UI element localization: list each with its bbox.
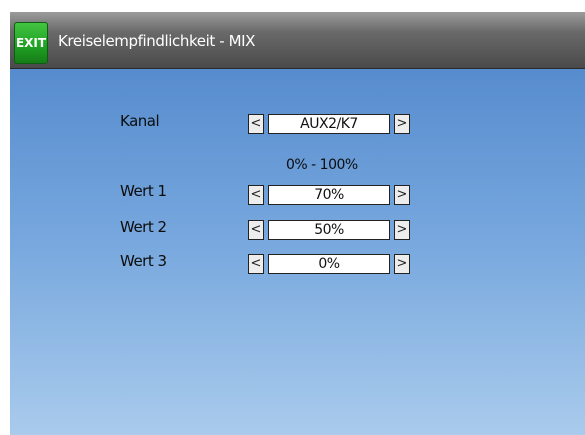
value2-selector: < 50% > <box>248 220 410 240</box>
value2-increase-button[interactable]: > <box>394 220 410 240</box>
value1-increase-button[interactable]: > <box>394 185 410 205</box>
chevron-right-icon: > <box>396 116 408 131</box>
value3-field[interactable]: 0% <box>268 254 390 274</box>
value1-decrease-button[interactable]: < <box>248 185 264 205</box>
value3-increase-button[interactable]: > <box>394 254 410 274</box>
value3-selector: < 0% > <box>248 254 410 274</box>
channel-selector: < AUX2/K7 > <box>248 114 410 134</box>
exit-button[interactable]: EXIT <box>14 22 48 64</box>
value3-decrease-button[interactable]: < <box>248 254 264 274</box>
header-bar: EXIT Kreiselempfindlichkeit - MIX <box>10 12 585 69</box>
value3-label: Wert 3 <box>120 252 167 270</box>
chevron-right-icon: > <box>396 222 408 237</box>
chevron-left-icon: < <box>250 187 262 202</box>
value2-label: Wert 2 <box>120 218 167 236</box>
page-title: Kreiselempfindlichkeit - MIX <box>58 32 256 50</box>
value1-selector: < 70% > <box>248 185 410 205</box>
range-text: 0% - 100% <box>286 157 358 173</box>
chevron-left-icon: < <box>250 222 262 237</box>
channel-label: Kanal <box>120 112 160 130</box>
channel-value[interactable]: AUX2/K7 <box>268 114 390 134</box>
chevron-left-icon: < <box>250 116 262 131</box>
value1-field[interactable]: 70% <box>268 185 390 205</box>
value2-field[interactable]: 50% <box>268 220 390 240</box>
value1-label: Wert 1 <box>120 182 167 200</box>
chevron-right-icon: > <box>396 187 408 202</box>
value2-decrease-button[interactable]: < <box>248 220 264 240</box>
chevron-right-icon: > <box>396 256 408 271</box>
channel-next-button[interactable]: > <box>394 114 410 134</box>
channel-prev-button[interactable]: < <box>248 114 264 134</box>
screen: EXIT Kreiselempfindlichkeit - MIX Kanal … <box>10 12 585 435</box>
chevron-left-icon: < <box>250 256 262 271</box>
